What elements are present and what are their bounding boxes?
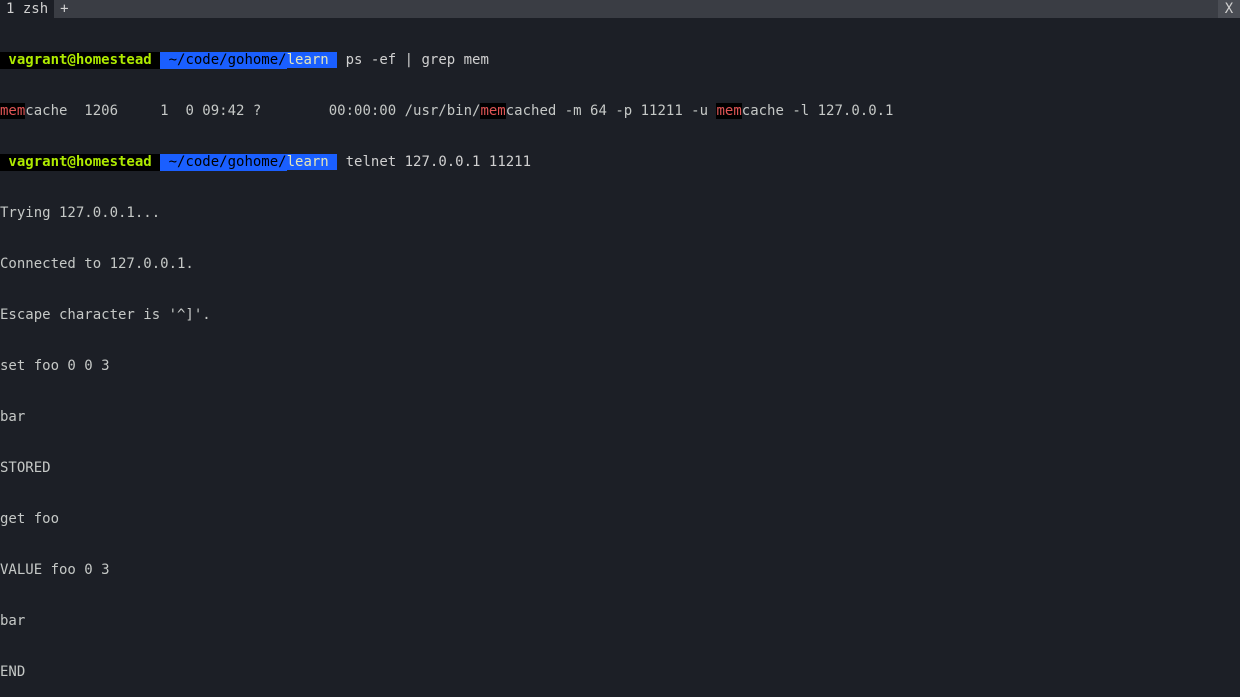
terminal-tab[interactable]: 1 zsh xyxy=(0,0,54,18)
output-line: END xyxy=(0,664,1240,681)
prompt-dir: ~/code/gohome/ xyxy=(160,52,286,69)
prompt-user: vagrant@homestead xyxy=(0,154,160,171)
command-text: telnet 127.0.0.1 11211 xyxy=(337,154,531,170)
command-text: ps -ef | grep mem xyxy=(337,52,489,68)
output-line: memcache 1206 1 0 09:42 ? 00:00:00 /usr/… xyxy=(0,103,1240,120)
output-line: bar xyxy=(0,613,1240,630)
output-line: STORED xyxy=(0,460,1240,477)
output-line: Escape character is '^]'. xyxy=(0,307,1240,324)
grep-match: mem xyxy=(480,103,505,119)
new-tab-button[interactable]: + xyxy=(54,0,74,18)
tab-label: 1 zsh xyxy=(6,1,48,18)
output-line: Connected to 127.0.0.1. xyxy=(0,256,1240,273)
output-line: bar xyxy=(0,409,1240,426)
prompt-line: vagrant@homestead ~/code/gohome/learn te… xyxy=(0,154,1240,171)
prompt-dir: ~/code/gohome/ xyxy=(160,154,286,171)
output-line: set foo 0 0 3 xyxy=(0,358,1240,375)
output-line: get foo xyxy=(0,511,1240,528)
output-line: VALUE foo 0 3 xyxy=(0,562,1240,579)
terminal-pane[interactable]: vagrant@homestead ~/code/gohome/learn ps… xyxy=(0,18,1240,697)
app-window: 1 zsh + X vagrant@homestead ~/code/gohom… xyxy=(0,0,1240,697)
prompt-dir-last: learn xyxy=(287,154,338,170)
grep-match: mem xyxy=(716,103,741,119)
prompt-user: vagrant@homestead xyxy=(0,52,160,69)
grep-match: mem xyxy=(0,103,25,119)
title-bar: 1 zsh + X xyxy=(0,0,1240,18)
prompt-dir-last: learn xyxy=(287,52,338,68)
close-button[interactable]: X xyxy=(1218,0,1240,18)
output-line: Trying 127.0.0.1... xyxy=(0,205,1240,222)
prompt-line: vagrant@homestead ~/code/gohome/learn ps… xyxy=(0,52,1240,69)
